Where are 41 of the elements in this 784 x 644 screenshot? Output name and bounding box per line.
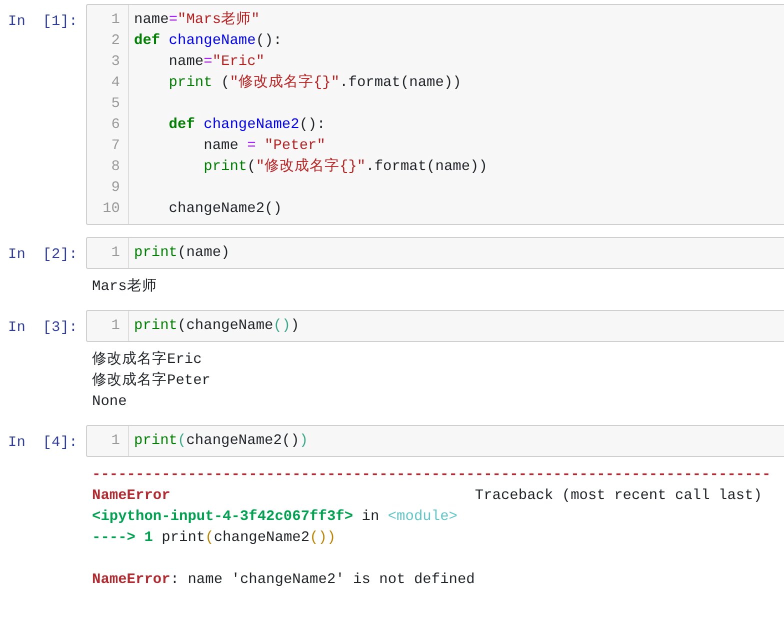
code-cell[interactable]: 1 2 3 4 5 6 7 8 9 10 name="Mars老师" def changeName(): name="Eric" print ("修改成名字{}".format(name)) def changeName2(): name = "Peter" print("修改成名字{}".format(name)) changeName2() [86, 4, 784, 225]
code-cell[interactable]: 1 print(changeName()) [86, 310, 784, 342]
code-line: def changeName2(): [168, 116, 326, 135]
cell-prompt: In [4]: [7, 434, 79, 453]
code-line: name="Eric" [168, 53, 266, 72]
code-line: print ("修改成名字{}".format(name)) [168, 73, 462, 93]
line-number: 6 [110, 116, 120, 135]
cell-prompt: In [3]: [7, 319, 79, 338]
output-line: ----> 1 print(changeName2()) [92, 529, 337, 548]
line-number: 5 [110, 95, 120, 114]
line-number: 1 [110, 11, 120, 30]
code-line: print(name) [134, 244, 230, 263]
output-line: <ipython-input-4-3f42c067ff3f> in <module> [92, 508, 458, 527]
output-line: 修改成名字Peter [92, 371, 212, 391]
output-line: 修改成名字Eric [92, 350, 203, 370]
code-line: name = "Peter" [202, 137, 326, 156]
line-number: 1 [110, 244, 120, 263]
line-number: 1 [110, 432, 120, 451]
code-line: def changeName(): [134, 32, 283, 51]
line-number: 10 [102, 200, 120, 219]
line-number: 7 [110, 137, 120, 156]
output-line: NameError: name 'changeName2' is not defined [92, 571, 476, 590]
line-number: 2 [110, 32, 120, 51]
line-number: 9 [110, 179, 120, 198]
code-line: print("修改成名字{}".format(name)) [202, 157, 488, 177]
line-number: 1 [110, 317, 120, 336]
output-line: None [92, 393, 128, 412]
output-line: ------------------------------------------------------------------------------ [92, 466, 772, 485]
output-line: NameError Traceback (most recent call last) [92, 487, 764, 506]
line-number: 4 [110, 74, 120, 93]
code-cell[interactable]: 1 print(changeName2()) [86, 425, 784, 457]
line-number: 3 [110, 53, 120, 72]
code-cell[interactable]: 1 print(name) [86, 237, 784, 269]
code-line: print(changeName()) [134, 317, 300, 336]
code-line: name="Mars老师" [134, 10, 261, 30]
cell-prompt: In [1]: [7, 13, 79, 32]
cell-prompt: In [2]: [7, 246, 79, 265]
line-number: 8 [110, 158, 120, 177]
output-line: Mars老师 [92, 277, 158, 297]
code-line: changeName2() [168, 200, 283, 219]
code-line: print(changeName2()) [134, 432, 308, 451]
